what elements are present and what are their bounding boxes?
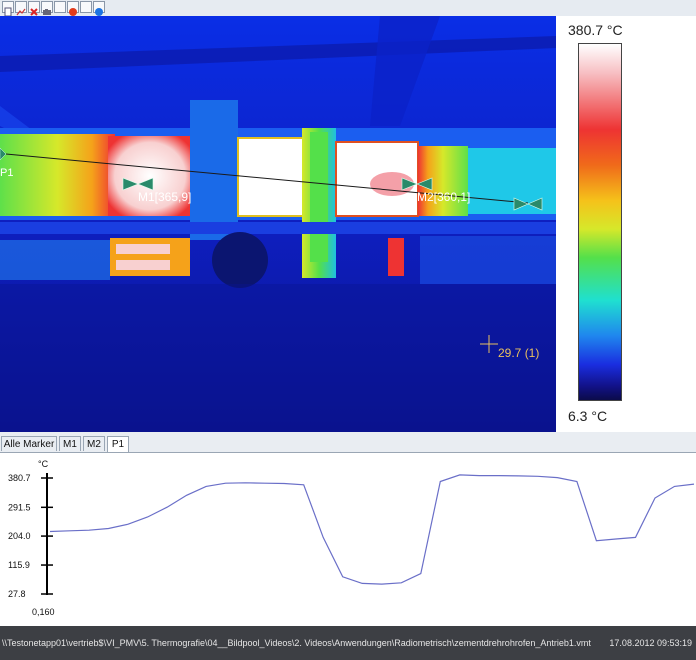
file-path: \\Testonetapp01\vertrieb$\VI_PMV\5. Ther… <box>2 638 591 648</box>
tab-label: M1 <box>63 439 77 450</box>
red-dot-icon[interactable] <box>67 1 79 16</box>
profile-series-line <box>49 474 695 585</box>
scale-min-label: 6.3 °C <box>568 408 608 424</box>
scale-max-label: 380.7 °C <box>568 22 623 38</box>
status-bar: \\Testonetapp01\vertrieb$\VI_PMV\5. Ther… <box>0 626 696 660</box>
y-tick-label: 291.5 <box>8 502 31 512</box>
tab-label: M2 <box>87 439 101 450</box>
y-tick-label: 204.0 <box>8 531 31 541</box>
profile-chart: °C 380.7 291.5 204.0 115.9 27.8 0,160 <box>8 459 695 617</box>
y-tick-label: 380.7 <box>8 473 31 483</box>
checkbox-icon[interactable] <box>54 1 66 13</box>
color-scale-panel: 380.7 °C 6.3 °C <box>556 16 696 432</box>
color-bar <box>578 43 622 401</box>
tab-m1[interactable]: M1 <box>59 436 81 451</box>
thermal-image[interactable]: P1 M1[365,9] M2[360,1] 29.7 (1) <box>0 16 556 432</box>
cursor-readout: 29.7 (1) <box>498 346 539 360</box>
marker-m2-label: M2[360,1] <box>417 190 470 204</box>
line-chart-icon[interactable] <box>15 1 27 16</box>
camera-icon[interactable] <box>41 1 53 15</box>
profile-chart-panel: °C 380.7 291.5 204.0 115.9 27.8 0,160 <box>0 452 696 627</box>
tab-alle-marker[interactable]: Alle Marker <box>1 436 57 451</box>
page-icon[interactable] <box>2 1 14 17</box>
blue-dot-icon[interactable] <box>93 1 105 16</box>
x-start-label: 0,160 <box>32 607 55 617</box>
timestamp: 17.08.2012 09:53:19 <box>609 638 692 648</box>
tab-p1[interactable]: P1 <box>107 436 129 453</box>
checkbox-icon[interactable] <box>80 1 92 13</box>
tab-label: Alle Marker <box>3 439 55 450</box>
tab-m2[interactable]: M2 <box>83 436 105 451</box>
delete-icon[interactable] <box>28 1 40 16</box>
y-tick-label: 27.8 <box>8 589 26 599</box>
profile-label: P1 <box>0 167 13 179</box>
y-tick-label: 115.9 <box>8 560 30 570</box>
tab-label: P1 <box>111 439 125 450</box>
y-axis-unit: °C <box>38 459 49 469</box>
marker-m1-label: M1[365,9] <box>138 190 191 204</box>
toolbar <box>0 0 696 17</box>
